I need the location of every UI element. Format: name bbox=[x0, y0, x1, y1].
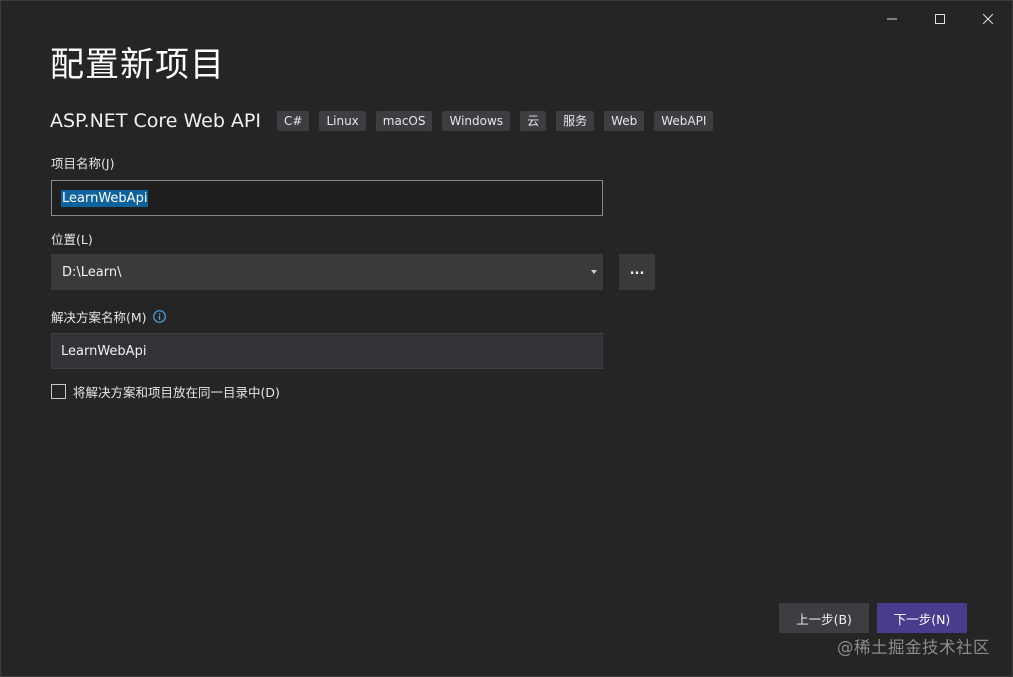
tag-web: Web bbox=[604, 111, 645, 131]
solution-name-input[interactable]: LearnWebApi bbox=[51, 333, 603, 369]
same-directory-option[interactable]: 将解决方案和项目放在同一目录中(D) bbox=[51, 382, 280, 401]
tag-service: 服务 bbox=[556, 111, 595, 131]
maximize-icon bbox=[935, 14, 945, 24]
back-button[interactable]: 上一步(B) bbox=[779, 603, 869, 633]
close-button[interactable] bbox=[964, 1, 1012, 37]
maximize-button[interactable] bbox=[916, 1, 964, 37]
same-directory-checkbox[interactable] bbox=[51, 384, 66, 399]
project-name-input[interactable]: LearnWebApi bbox=[51, 180, 603, 216]
tag-windows: Windows bbox=[442, 111, 511, 131]
tag-csharp: C# bbox=[277, 111, 310, 131]
location-combobox[interactable]: D:\Learn\ bbox=[51, 254, 603, 290]
next-button[interactable]: 下一步(N) bbox=[877, 603, 967, 633]
minimize-button[interactable] bbox=[868, 1, 916, 37]
browse-button[interactable]: ... bbox=[619, 254, 655, 290]
location-label: 位置(L) bbox=[51, 232, 93, 247]
solution-name-value: LearnWebApi bbox=[61, 343, 147, 359]
solution-name-label-row: 解决方案名称(M) bbox=[51, 307, 166, 326]
tag-webapi: WebAPI bbox=[654, 111, 714, 131]
close-icon bbox=[983, 14, 993, 24]
location-value: D:\Learn\ bbox=[62, 264, 122, 280]
tag-cloud: 云 bbox=[520, 111, 547, 131]
watermark: @稀土掘金技术社区 bbox=[837, 638, 990, 657]
template-name: ASP.NET Core Web API bbox=[50, 110, 261, 132]
minimize-icon bbox=[887, 18, 897, 20]
tag-linux: Linux bbox=[319, 111, 366, 131]
project-name-value: LearnWebApi bbox=[61, 189, 149, 207]
chevron-down-icon[interactable] bbox=[591, 270, 597, 274]
info-icon[interactable] bbox=[152, 310, 166, 323]
template-info: ASP.NET Core Web API C# Linux macOS Wind… bbox=[50, 108, 723, 134]
window-controls bbox=[868, 1, 1012, 37]
solution-name-label: 解决方案名称(M) bbox=[51, 310, 147, 325]
same-directory-label: 将解决方案和项目放在同一目录中(D) bbox=[73, 385, 280, 400]
page-title: 配置新项目 bbox=[50, 45, 225, 85]
project-name-label: 项目名称(J) bbox=[51, 156, 115, 171]
tag-macos: macOS bbox=[375, 111, 433, 131]
configure-project-window: 配置新项目 ASP.NET Core Web API C# Linux macO… bbox=[0, 0, 1013, 677]
